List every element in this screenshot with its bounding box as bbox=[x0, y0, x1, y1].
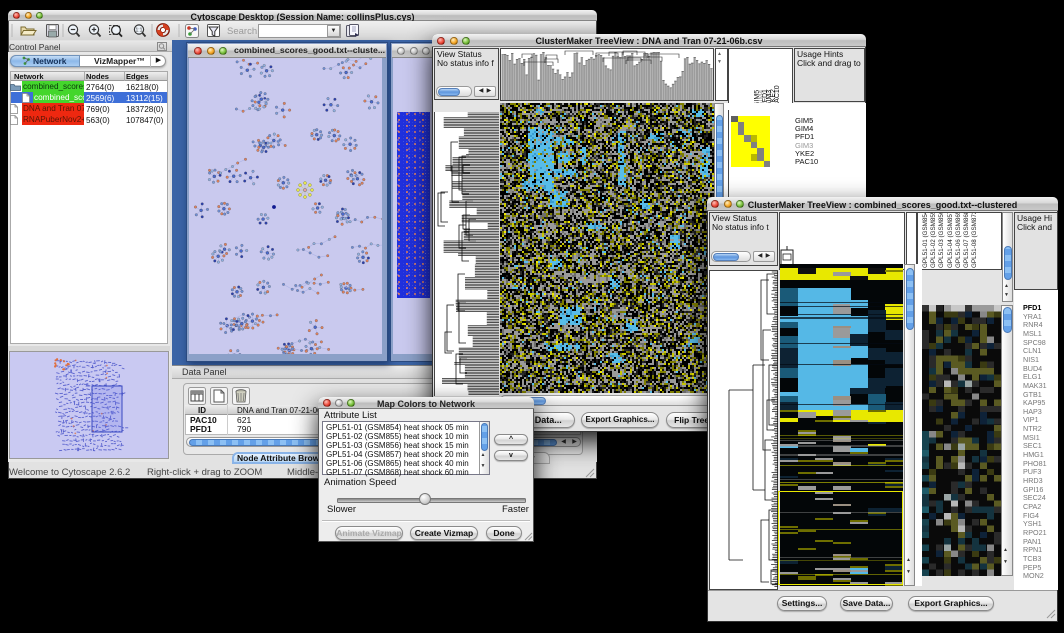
svg-text:1:1: 1:1 bbox=[136, 28, 143, 34]
